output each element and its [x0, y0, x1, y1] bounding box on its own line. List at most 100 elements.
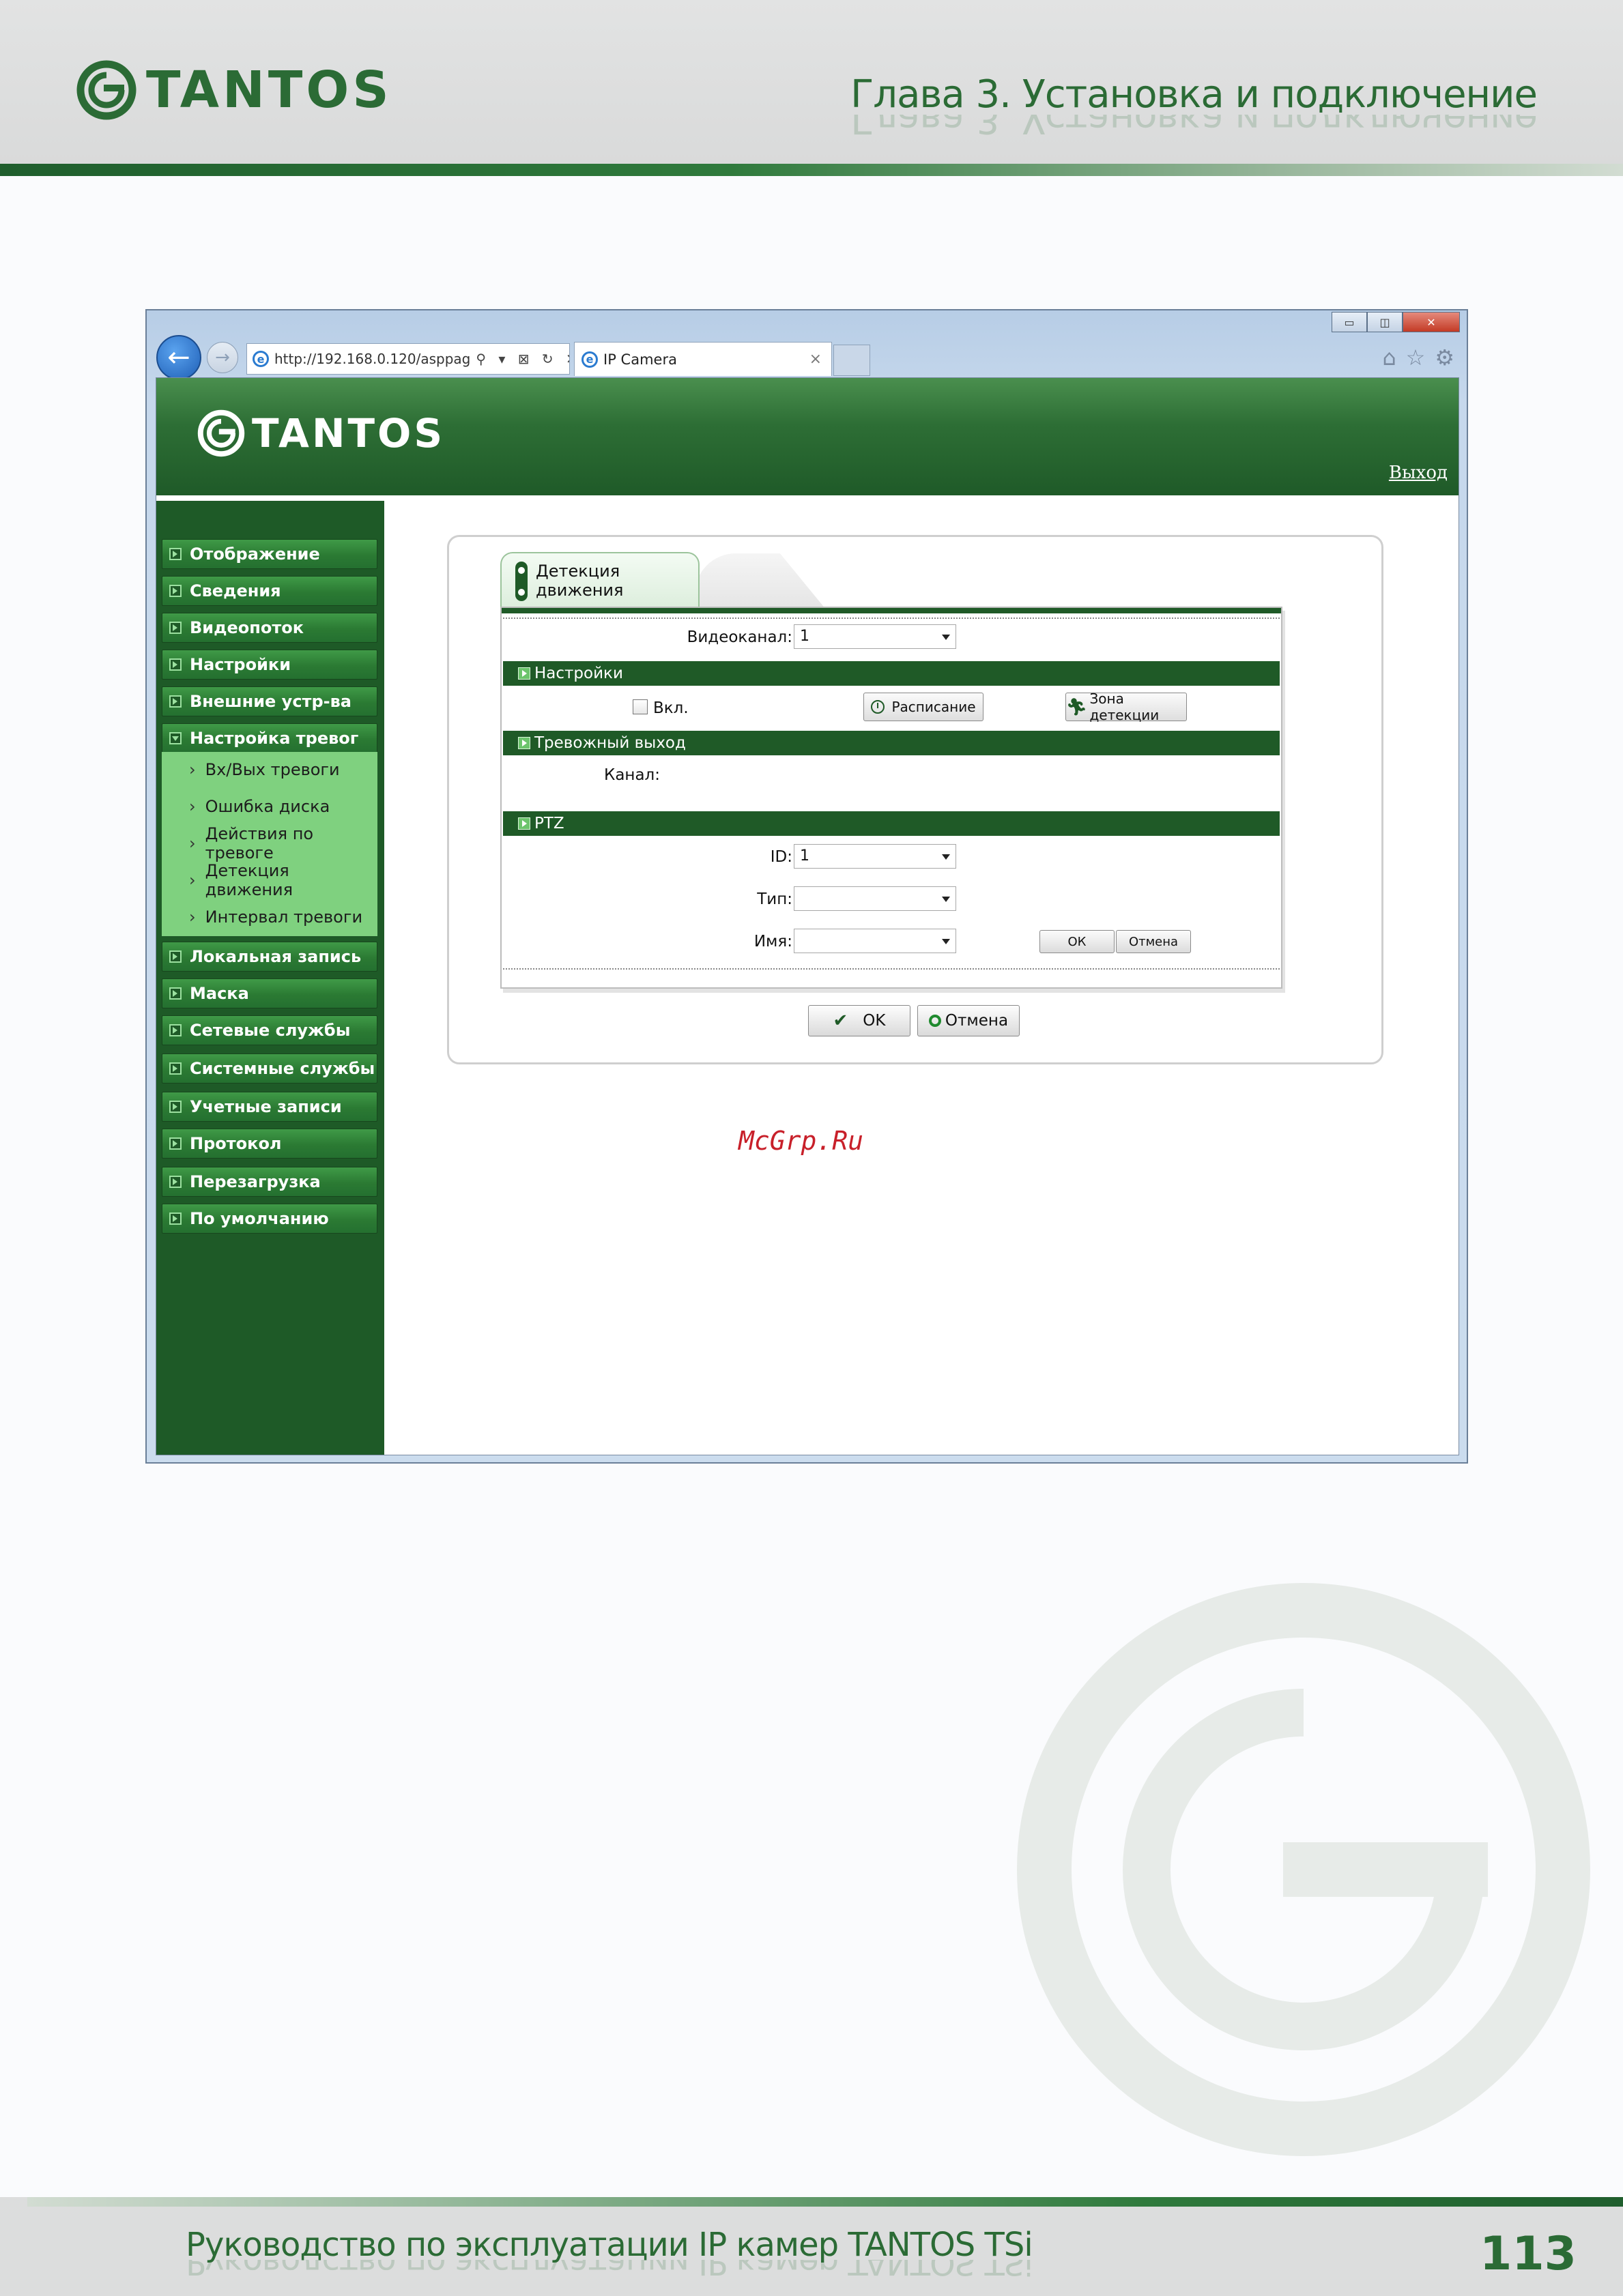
sidebar-item-settings[interactable]: Настройки: [162, 650, 377, 680]
bullet-icon: [169, 1024, 182, 1036]
logout-link[interactable]: Выход: [1389, 463, 1448, 483]
bullet-icon: [169, 548, 182, 560]
tab-motion-detection[interactable]: Детекция движения: [500, 552, 700, 608]
footer-title-reflection: Руководство по эксплуатации IP камер TAN…: [186, 2260, 1033, 2280]
content-panel: Детекция движения Видеоканал: 1 Настройк…: [447, 535, 1383, 1064]
chevron-right-icon: ›: [189, 834, 196, 853]
alarm-submenu: › Вх/Вых тревоги › Ошибка диска › Действия …: [162, 752, 377, 936]
tab-decoration: [695, 553, 1022, 609]
back-button[interactable]: ←: [156, 335, 201, 380]
section-title: Настройки: [534, 665, 623, 682]
schedule-label: Расписание: [891, 699, 976, 715]
home-icon[interactable]: ⌂: [1382, 345, 1396, 370]
sidebar-item-accounts[interactable]: Учетные записи: [162, 1092, 377, 1122]
chevron-down-icon: [942, 854, 950, 860]
bullet-icon: [169, 987, 182, 1000]
bullet-icon: [169, 695, 182, 708]
section-arrow-icon: [518, 817, 530, 830]
restore-button[interactable]: ◫: [1367, 312, 1403, 332]
enable-checkbox[interactable]: [633, 699, 648, 714]
site-logo: TANTOS: [197, 409, 445, 457]
schedule-button[interactable]: Расписание: [863, 693, 983, 721]
sidebar-item-local-recording[interactable]: Локальная запись: [162, 942, 377, 972]
section-arrow-icon: [518, 667, 530, 680]
address-bar[interactable]: e http://192.168.0.120/asppag ⚲ ▾ ⊠ ↻ ✕: [246, 343, 570, 375]
sidebar-item-label: Сетевые службы: [190, 1021, 351, 1040]
page-number: 113: [1480, 2227, 1577, 2281]
detection-zone-button[interactable]: 🏃︎ Зона детекции: [1065, 691, 1187, 723]
ptz-name-select[interactable]: [794, 929, 956, 953]
chevron-right-icon: ›: [189, 760, 196, 779]
sidebar-item-mask[interactable]: Маска: [162, 978, 377, 1008]
channel-value: 1: [800, 628, 809, 645]
page-viewport: TANTOS Выход Отображение Сведения Видеоп…: [156, 377, 1459, 1455]
close-window-button[interactable]: ✕: [1403, 312, 1460, 332]
dotted-divider: [503, 617, 1280, 619]
ptz-id-label: ID:: [770, 848, 792, 866]
sidebar-item-label: Сведения: [190, 581, 281, 600]
sidebar-item-videostream[interactable]: Видеопоток: [162, 613, 377, 643]
ptz-type-select[interactable]: [794, 886, 956, 911]
browser-window: ▭ ◫ ✕ ← → e http://192.168.0.120/asppag …: [145, 309, 1468, 1464]
sidebar-item-system-services[interactable]: Системные службы: [162, 1053, 377, 1084]
ptz-section: PTZ: [503, 811, 1280, 836]
sidebar-item-network-services[interactable]: Сетевые службы: [162, 1015, 377, 1045]
submenu-item-alarm-io[interactable]: › Вх/Вых тревоги: [162, 752, 377, 787]
channel-select[interactable]: 1: [794, 624, 956, 649]
sidebar: Отображение Сведения Видеопоток Настройк…: [156, 501, 384, 1455]
sidebar-item-info[interactable]: Сведения: [162, 576, 377, 606]
checkmark-icon: ✔: [833, 1011, 848, 1031]
submenu-item-motion-detection[interactable]: › Детекция движения: [162, 861, 377, 899]
submenu-item-disk-error[interactable]: › Ошибка диска: [162, 789, 377, 824]
section-title: Тревожный выход: [534, 734, 686, 752]
cancel-button[interactable]: Отмена: [917, 1005, 1020, 1036]
footer-title: Руководство по эксплуатации IP камер TAN…: [186, 2226, 1033, 2264]
submenu-item-alarm-actions[interactable]: › Действия по тревоге: [162, 824, 377, 862]
forward-arrow-icon: →: [215, 347, 230, 368]
site-logo-icon: [197, 409, 245, 457]
forward-button[interactable]: →: [207, 342, 238, 373]
sidebar-item-log[interactable]: Протокол: [162, 1129, 377, 1159]
chevron-right-icon: ›: [189, 907, 196, 927]
sidebar-item-defaults[interactable]: По умолчанию: [162, 1204, 377, 1234]
bullet-icon: [169, 950, 182, 963]
ptz-ok-button[interactable]: ОК: [1039, 930, 1115, 953]
sidebar-item-label: Перезагрузка: [190, 1172, 321, 1191]
tab-toggle-icon: [515, 562, 528, 601]
bullet-icon: [169, 1176, 182, 1188]
sidebar-item-display[interactable]: Отображение: [162, 539, 377, 569]
submenu-item-label: Вх/Вых тревоги: [205, 760, 340, 779]
sidebar-item-label: Внешние устр-ва: [190, 692, 351, 711]
address-tools-icons[interactable]: ⚲ ▾ ⊠ ↻ ✕: [476, 351, 569, 367]
alarm-output-section: Тревожный выход: [503, 731, 1280, 755]
browser-tab[interactable]: e IP Camera ×: [574, 342, 832, 376]
new-tab-button[interactable]: [833, 345, 870, 376]
dotted-divider: [503, 968, 1280, 970]
sidebar-item-label: Локальная запись: [190, 947, 362, 966]
ok-button[interactable]: ✔ OK: [808, 1005, 910, 1036]
minimize-button[interactable]: ▭: [1332, 312, 1367, 332]
sidebar-item-label: Системные службы: [190, 1059, 375, 1078]
sidebar-item-label: Учетные записи: [190, 1097, 342, 1116]
bullet-icon: [169, 622, 182, 634]
ptz-id-select[interactable]: 1: [794, 844, 956, 869]
tab-close-icon[interactable]: ×: [809, 351, 822, 368]
section-title: PTZ: [534, 815, 564, 832]
running-man-icon: 🏃︎: [1066, 697, 1087, 716]
bullet-icon: [169, 1212, 182, 1225]
sidebar-item-external-devices[interactable]: Внешние устр-ва: [162, 686, 377, 716]
sidebar-item-label: Маска: [190, 984, 249, 1003]
channel-label: Видеоканал:: [687, 628, 792, 646]
gear-icon[interactable]: ⚙: [1435, 345, 1454, 370]
submenu-item-alarm-interval[interactable]: › Интервал тревоги: [162, 899, 377, 935]
section-arrow-icon: [518, 737, 530, 749]
ok-label: OK: [863, 1012, 886, 1030]
sidebar-item-reboot[interactable]: Перезагрузка: [162, 1167, 377, 1197]
chevron-down-icon: [942, 635, 950, 640]
ptz-cancel-button[interactable]: Отмена: [1116, 930, 1191, 953]
bullet-open-icon: [169, 732, 182, 744]
sidebar-item-alarm-settings[interactable]: Настройка тревог: [162, 723, 377, 753]
bullet-icon: [169, 585, 182, 597]
star-icon[interactable]: ☆: [1406, 345, 1426, 370]
chevron-down-icon: [942, 939, 950, 944]
